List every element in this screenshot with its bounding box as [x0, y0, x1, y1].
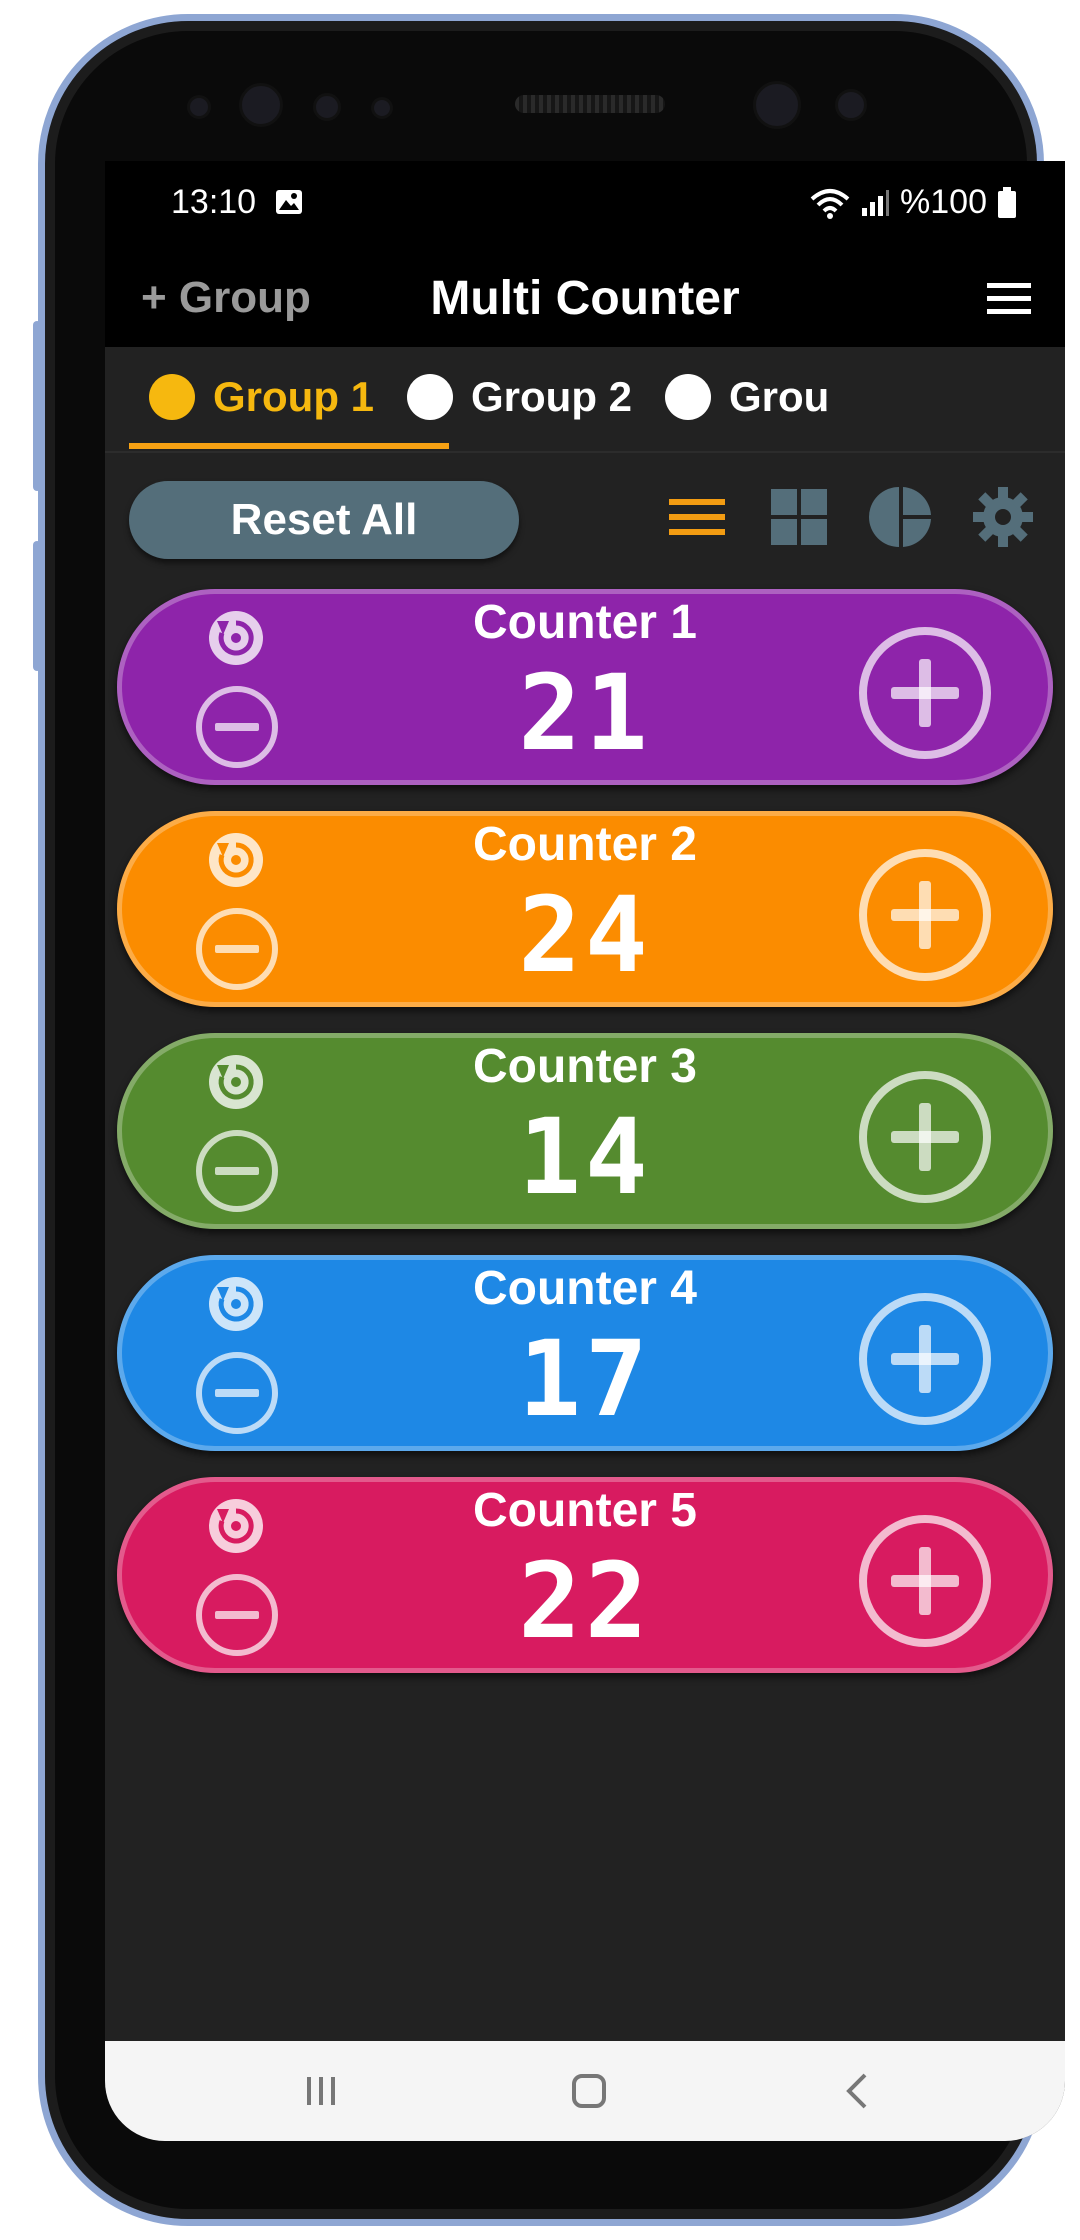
battery-text: %100	[900, 183, 987, 221]
light-sensor	[371, 97, 393, 119]
reset-all-button[interactable]: Reset All	[129, 481, 519, 559]
group-color-dot	[665, 374, 711, 420]
settings-icon[interactable]	[971, 485, 1035, 549]
tab-label: Grou	[729, 373, 830, 420]
group-tabs: Group 1 Group 2 Grou	[105, 347, 1065, 453]
counter-card: Counter 4 17	[117, 1255, 1053, 1451]
grid-view-icon[interactable]	[767, 485, 831, 549]
list-view-icon[interactable]	[665, 485, 729, 549]
group-color-dot	[407, 374, 453, 420]
decrement-button[interactable]	[195, 907, 279, 991]
home-icon[interactable]	[569, 2071, 609, 2111]
increment-button[interactable]	[857, 625, 993, 761]
front-camera	[753, 81, 801, 129]
wifi-icon	[810, 188, 850, 219]
status-bar: 13:10 %100	[105, 161, 1065, 251]
system-nav-bar	[105, 2041, 1065, 2141]
app-bar: + Group Multi Counter	[105, 251, 1065, 347]
status-icons: %100	[810, 183, 1017, 222]
tab-label: Group 1	[213, 373, 375, 420]
decrement-button[interactable]	[195, 685, 279, 769]
iris-camera	[835, 89, 867, 121]
proximity-sensor	[313, 93, 341, 121]
tab-group-1[interactable]: Group 1	[149, 347, 374, 447]
earpiece-speaker	[515, 95, 665, 113]
increment-button[interactable]	[857, 1513, 993, 1649]
increment-button[interactable]	[857, 1291, 993, 1427]
counter-card: Counter 5 22	[117, 1477, 1053, 1673]
counter-card: Counter 3 14	[117, 1033, 1053, 1229]
active-tab-indicator	[129, 443, 449, 449]
sensor-dot	[187, 95, 211, 119]
increment-button[interactable]	[857, 1069, 993, 1205]
signal-icon	[862, 189, 890, 216]
tab-label: Group 2	[471, 373, 633, 420]
toolbar: Reset All	[105, 461, 1065, 561]
group-color-dot	[149, 374, 195, 420]
screen: 13:10 %100 + Group Multi Counter Group 1…	[105, 161, 1065, 2141]
hamburger-menu-icon[interactable]	[985, 279, 1033, 319]
chart-view-icon[interactable]	[869, 485, 933, 549]
recent-apps-icon[interactable]	[301, 2071, 341, 2111]
decrement-button[interactable]	[195, 1573, 279, 1657]
app-title: Multi Counter	[430, 272, 740, 325]
counter-card: Counter 1 21	[117, 589, 1053, 785]
volume-button	[33, 321, 41, 491]
battery-icon	[998, 186, 1016, 218]
counter-card: Counter 2 24	[117, 811, 1053, 1007]
iris-sensor	[239, 83, 283, 127]
back-icon[interactable]	[837, 2071, 877, 2111]
image-icon	[275, 190, 302, 214]
increment-button[interactable]	[857, 847, 993, 983]
decrement-button[interactable]	[195, 1129, 279, 1213]
status-time: 13:10	[171, 183, 304, 222]
decrement-button[interactable]	[195, 1351, 279, 1435]
tab-group-2[interactable]: Group 2	[407, 347, 632, 447]
tab-group-3[interactable]: Grou	[665, 347, 829, 447]
phone-frame: 13:10 %100 + Group Multi Counter Group 1…	[33, 14, 1065, 2226]
bixby-button	[33, 541, 41, 671]
time-text: 13:10	[171, 183, 257, 221]
